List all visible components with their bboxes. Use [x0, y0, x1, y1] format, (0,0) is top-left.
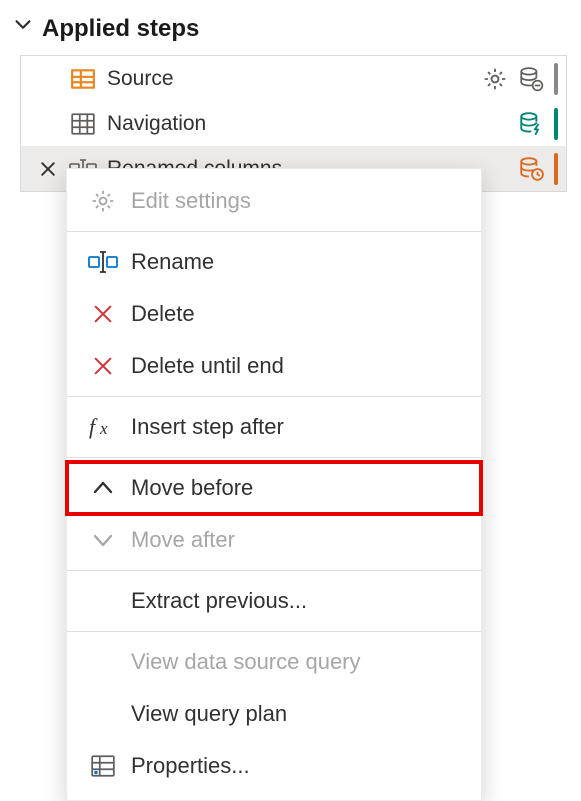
menu-label: Extract previous...: [131, 588, 469, 614]
menu-label: Delete until end: [131, 353, 469, 379]
chevron-up-icon: [79, 476, 127, 500]
delete-step-button[interactable]: [27, 159, 69, 179]
close-icon: [79, 355, 127, 377]
database-minus-icon[interactable]: [516, 64, 546, 94]
source-step-icon: [69, 66, 97, 92]
step-context-menu: Edit settings Rename Delete Delete until…: [66, 168, 482, 801]
menu-label: Properties...: [131, 753, 469, 779]
properties-icon: [79, 753, 127, 779]
database-clock-icon[interactable]: [516, 154, 546, 184]
menu-label: Edit settings: [131, 188, 469, 214]
menu-insert-step-after[interactable]: f x Insert step after: [67, 401, 481, 453]
menu-label: Move after: [131, 527, 469, 553]
gear-icon: [79, 188, 127, 214]
menu-label: View query plan: [131, 701, 469, 727]
step-status-stripe: [554, 63, 558, 95]
menu-delete-until-end[interactable]: Delete until end: [67, 340, 481, 392]
menu-separator: [67, 457, 481, 458]
close-icon: [79, 303, 127, 325]
menu-separator: [67, 570, 481, 571]
menu-move-after: Move after: [67, 514, 481, 566]
rename-icon: [79, 250, 127, 274]
menu-label: Delete: [131, 301, 469, 327]
menu-edit-settings: Edit settings: [67, 175, 481, 227]
step-label: Source: [107, 67, 480, 91]
menu-extract-previous[interactable]: Extract previous...: [67, 575, 481, 627]
menu-label: Rename: [131, 249, 469, 275]
menu-label: Insert step after: [131, 414, 469, 440]
menu-delete[interactable]: Delete: [67, 288, 481, 340]
menu-view-query-plan[interactable]: View query plan: [67, 688, 481, 740]
chevron-down-icon: [12, 14, 34, 43]
svg-text:x: x: [99, 419, 108, 438]
menu-separator: [67, 396, 481, 397]
menu-separator: [67, 231, 481, 232]
menu-move-before[interactable]: Move before: [67, 462, 481, 514]
chevron-down-icon: [79, 528, 127, 552]
menu-label: Move before: [131, 475, 469, 501]
menu-view-data-source-query: View data source query: [67, 636, 481, 688]
gear-icon[interactable]: [480, 64, 510, 94]
applied-step-row[interactable]: Source: [21, 56, 566, 101]
applied-steps-title: Applied steps: [42, 15, 199, 43]
menu-rename[interactable]: Rename: [67, 236, 481, 288]
step-status-stripe: [554, 153, 558, 185]
menu-separator: [67, 631, 481, 632]
step-label: Navigation: [107, 112, 516, 136]
svg-text:f: f: [89, 414, 98, 439]
database-bolt-icon[interactable]: [516, 109, 546, 139]
menu-properties[interactable]: Properties...: [67, 740, 481, 792]
fx-icon: f x: [79, 414, 127, 440]
table-step-icon: [69, 111, 97, 137]
menu-label: View data source query: [131, 649, 469, 675]
applied-step-row[interactable]: Navigation: [21, 101, 566, 146]
applied-steps-header[interactable]: Applied steps: [0, 0, 581, 49]
step-status-stripe: [554, 108, 558, 140]
